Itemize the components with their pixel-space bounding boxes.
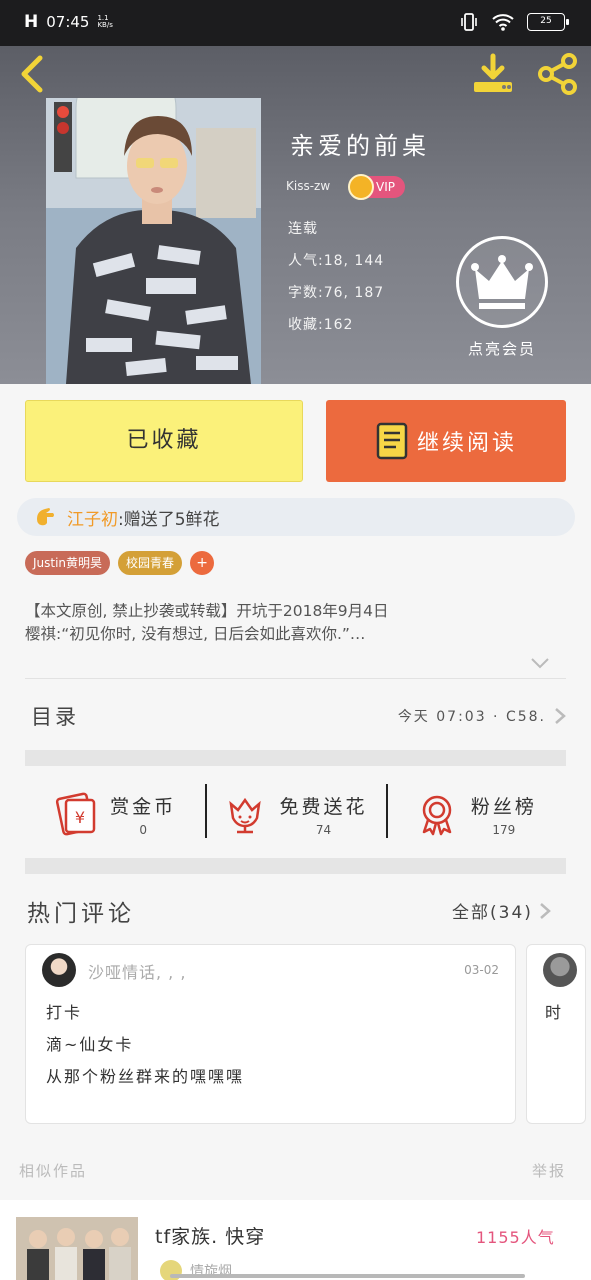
all-comments-button[interactable]: 全部(34) xyxy=(452,898,551,923)
section-separator xyxy=(25,750,566,766)
book-popularity: 人气:18, 144 xyxy=(288,253,385,269)
book-title: 亲爱的前桌 xyxy=(290,132,430,160)
book-status: 连载 xyxy=(288,221,318,237)
chevron-right-icon xyxy=(555,708,566,724)
book-word-count: 字数:76, 187 xyxy=(288,285,385,301)
avatar[interactable] xyxy=(42,953,76,987)
fan-ranking-count: 179 xyxy=(492,822,516,837)
medal-icon xyxy=(422,795,452,836)
book-header: 亲爱的前桌 Kiss-zw VIP 连载 人气:18, 144 字数:76, 1… xyxy=(0,46,591,384)
similar-work-cover xyxy=(16,1217,138,1280)
tag-list: Justin黄明昊 校园青春 + xyxy=(25,551,215,575)
free-flower-count: 74 xyxy=(315,822,332,837)
synopsis[interactable]: 【本文原创, 禁止抄袭或转载】开坑于2018年9月4日 樱祺:“初见你时, 没有… xyxy=(25,600,545,646)
free-flower-button[interactable]: 免费送花 74 xyxy=(205,776,385,852)
share-button[interactable] xyxy=(534,50,582,98)
collected-button[interactable]: 已收藏 xyxy=(25,400,303,482)
similar-work-item[interactable]: tf家族. 快穿 1155人气 情旋烟 xyxy=(0,1200,591,1280)
continue-reading-button[interactable]: 继续阅读 xyxy=(326,400,566,482)
hand-icon xyxy=(37,508,54,526)
cover-image xyxy=(46,98,261,384)
synopsis-line-2: 樱祺:“初见你时, 没有想过, 日后会如此喜欢你.”… xyxy=(25,625,366,643)
comment-card[interactable]: 时 xyxy=(526,944,586,1124)
scroll-indicator xyxy=(170,1274,525,1278)
similar-work-popularity: 1155人气 xyxy=(476,1228,555,1247)
comment-line: 从那个粉丝群来的嘿嘿嘿 xyxy=(46,1067,245,1086)
synopsis-line-1: 【本文原创, 禁止抄袭或转载】开坑于2018年9月4日 xyxy=(25,602,389,620)
share-icon xyxy=(538,53,577,95)
catalog-label: 目录 xyxy=(31,705,79,729)
gift-text: :赠送了5鲜花 xyxy=(118,509,220,530)
chevron-right-icon xyxy=(540,902,551,919)
reward-coins-button[interactable]: ¥ 赏金币 0 xyxy=(25,776,205,852)
member-label: 点亮会员 xyxy=(467,340,536,358)
comment-card[interactable]: 沙哑情话, , , 03-02 打卡 滴~仙女卡 从那个粉丝群来的嘿嘿嘿 xyxy=(25,944,516,1124)
activate-member-button[interactable]: 点亮会员 xyxy=(440,234,564,364)
reward-coins-label: 赏金币 xyxy=(110,795,177,818)
vip-crown-icon xyxy=(348,174,374,200)
book-icon xyxy=(376,422,408,460)
back-button[interactable] xyxy=(14,52,50,96)
flower-icon xyxy=(229,797,262,834)
add-tag-button[interactable]: + xyxy=(190,551,215,575)
vip-label: VIP xyxy=(376,180,395,194)
catalog-row[interactable]: 目录 今天 07:03 · C58. xyxy=(25,690,566,742)
gift-giver[interactable]: 江子初 xyxy=(67,505,118,530)
book-cover[interactable] xyxy=(46,98,261,384)
gift-notice: 江子初 :赠送了5鲜花 xyxy=(17,498,575,536)
fan-ranking-button[interactable]: 粉丝榜 179 xyxy=(385,776,566,852)
hot-comments-title: 热门评论 xyxy=(27,901,135,927)
expand-chevron-icon[interactable] xyxy=(530,656,550,670)
comment-line: 打卡 xyxy=(46,1003,83,1022)
comment-line: 滴~仙女卡 xyxy=(46,1035,134,1054)
red-envelope-icon: ¥ xyxy=(56,792,96,836)
free-flower-label: 免费送花 xyxy=(279,795,368,818)
tag-campus[interactable]: 校园青春 xyxy=(118,551,183,575)
similar-work-title: tf家族. 快穿 xyxy=(155,1226,266,1248)
net-speed: 1.1 KB/s xyxy=(97,14,113,29)
status-time: 07:45 xyxy=(46,13,90,31)
book-detail-content: 已收藏 继续阅读 江子初 :赠送了5鲜花 Justin黄明昊 校园青春 + 【本… xyxy=(0,384,591,1280)
fan-ranking-label: 粉丝榜 xyxy=(470,795,537,818)
download-button[interactable] xyxy=(470,52,516,96)
vip-badge: VIP xyxy=(348,174,405,200)
all-comments-label: 全部(34) xyxy=(452,903,533,923)
stats-row: ¥ 赏金币 0 免费送花 74 粉丝榜 179 xyxy=(25,776,566,852)
battery-indicator: 25 xyxy=(527,13,569,31)
section-separator xyxy=(25,858,566,874)
latest-chapter: 今天 07:03 · C58. xyxy=(397,709,546,725)
report-button[interactable]: 举报 xyxy=(532,1160,566,1181)
comment-date: 03-02 xyxy=(464,963,499,977)
download-icon xyxy=(474,53,512,92)
signal-indicator: H xyxy=(24,12,39,32)
cover-image xyxy=(16,1217,138,1280)
avatar[interactable] xyxy=(543,953,577,987)
book-favorites: 收藏:162 xyxy=(288,317,354,333)
similar-works-label: 相似作品 xyxy=(19,1162,88,1180)
tag-justin[interactable]: Justin黄明昊 xyxy=(25,551,111,575)
divider xyxy=(25,678,566,679)
member-circle xyxy=(456,236,548,328)
comment-line: 时 xyxy=(545,1003,564,1022)
wifi-icon xyxy=(492,14,514,31)
svg-text:¥: ¥ xyxy=(75,808,85,827)
comment-user[interactable]: 沙哑情话, , , xyxy=(88,959,186,983)
status-bar: H 07:45 1.1 KB/s 25 xyxy=(0,0,591,46)
back-arrow-icon xyxy=(21,55,43,93)
reward-coins-count: 0 xyxy=(139,822,147,837)
vibrate-icon xyxy=(461,13,477,31)
continue-reading-label: 继续阅读 xyxy=(416,431,517,456)
crown-icon xyxy=(471,255,533,309)
author-name[interactable]: Kiss-zw xyxy=(286,179,330,193)
